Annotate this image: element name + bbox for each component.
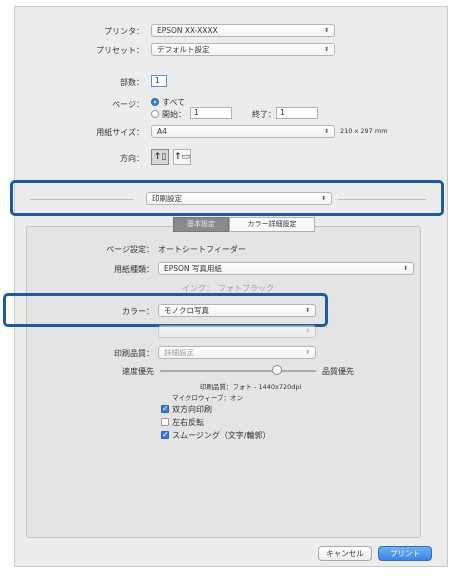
highlight-frame-color xyxy=(3,293,328,327)
speed-quality-slider-track[interactable] xyxy=(160,370,316,372)
landscape-orientation-button[interactable]: ↑▭ xyxy=(173,149,191,165)
quality-info: 印刷品質：フォト - 1440x720dpi xyxy=(200,383,302,391)
printer-popup[interactable]: EPSON XX-XXXX ⬍ xyxy=(151,24,335,37)
pages-label: ページ： xyxy=(112,100,144,109)
speed-priority-label: 速度優先 xyxy=(122,367,154,376)
print-quality-label: 印刷品質： xyxy=(114,349,154,358)
pages-all-radio[interactable] xyxy=(151,98,159,106)
print-quality-value: 詳細設定 xyxy=(164,348,194,357)
pages-to-field[interactable]: 1 xyxy=(276,107,318,119)
portrait-orientation-button[interactable]: ↑▯ xyxy=(151,149,169,165)
copies-field[interactable]: 1 xyxy=(151,75,167,87)
highlight-frame-section xyxy=(10,180,444,216)
printer-value: EPSON XX-XXXX xyxy=(157,26,218,35)
updown-arrows-icon: ⬍ xyxy=(323,128,329,135)
pages-to-label: 終了： xyxy=(252,110,276,119)
media-type-value: EPSON 写真用紙 xyxy=(164,264,222,273)
smoothing-label: スムージング（文字/輪郭） xyxy=(172,431,271,440)
microweave-info: マイクロウィーブ：オン xyxy=(172,394,243,402)
bidirectional-label: 双方向印刷 xyxy=(172,405,212,414)
pages-from-field[interactable]: 1 xyxy=(190,107,232,119)
preset-value: デフォルト設定 xyxy=(157,45,210,54)
tab-basic-settings[interactable]: 基本設定 xyxy=(173,217,229,232)
updown-arrows-icon: ⬍ xyxy=(323,27,329,34)
paper-size-popup[interactable]: A4 ⬍ xyxy=(151,125,335,138)
tab-color-settings[interactable]: カラー詳細設定 xyxy=(229,217,315,232)
preset-label: プリセット： xyxy=(96,46,144,55)
paper-size-label: 用紙サイズ： xyxy=(96,128,144,137)
pages-range-radio[interactable] xyxy=(151,110,159,118)
cancel-button[interactable]: キャンセル xyxy=(318,546,372,561)
media-type-label: 用紙種類： xyxy=(114,265,154,274)
updown-arrows-icon: ⬍ xyxy=(304,349,310,356)
updown-arrows-icon: ⬍ xyxy=(323,46,329,53)
printer-label: プリンタ： xyxy=(104,27,144,36)
paper-size-value: A4 xyxy=(157,127,167,136)
color-settings-popup[interactable]: ⬍ xyxy=(158,325,316,338)
print-button[interactable]: プリント xyxy=(378,546,432,561)
pages-all-label: すべて xyxy=(162,98,186,107)
pages-from-label: 開始： xyxy=(162,110,186,119)
portrait-icon: ↑▯ xyxy=(153,152,167,162)
mirror-label: 左右反転 xyxy=(172,418,204,427)
bidirectional-checkbox[interactable]: ✓ xyxy=(161,405,169,413)
media-type-popup[interactable]: EPSON 写真用紙 ⬍ xyxy=(158,262,414,275)
smoothing-checkbox[interactable]: ✓ xyxy=(161,431,169,439)
landscape-icon: ↑▭ xyxy=(174,152,191,162)
page-setup-label: ページ設定： xyxy=(106,245,154,254)
page-setup-value: オートシートフィーダー xyxy=(158,245,246,254)
paper-dimensions: 210 x 297 mm xyxy=(340,127,388,135)
orientation-label: 方向： xyxy=(120,154,144,163)
updown-arrows-icon: ⬍ xyxy=(304,328,310,335)
print-quality-popup[interactable]: 詳細設定 ⬍ xyxy=(158,346,316,359)
speed-quality-slider-knob[interactable] xyxy=(272,365,282,375)
copies-label: 部数： xyxy=(120,78,144,87)
mirror-checkbox[interactable] xyxy=(161,418,169,426)
preset-popup[interactable]: デフォルト設定 ⬍ xyxy=(151,43,335,56)
updown-arrows-icon: ⬍ xyxy=(402,265,408,272)
quality-priority-label: 品質優先 xyxy=(322,367,354,376)
